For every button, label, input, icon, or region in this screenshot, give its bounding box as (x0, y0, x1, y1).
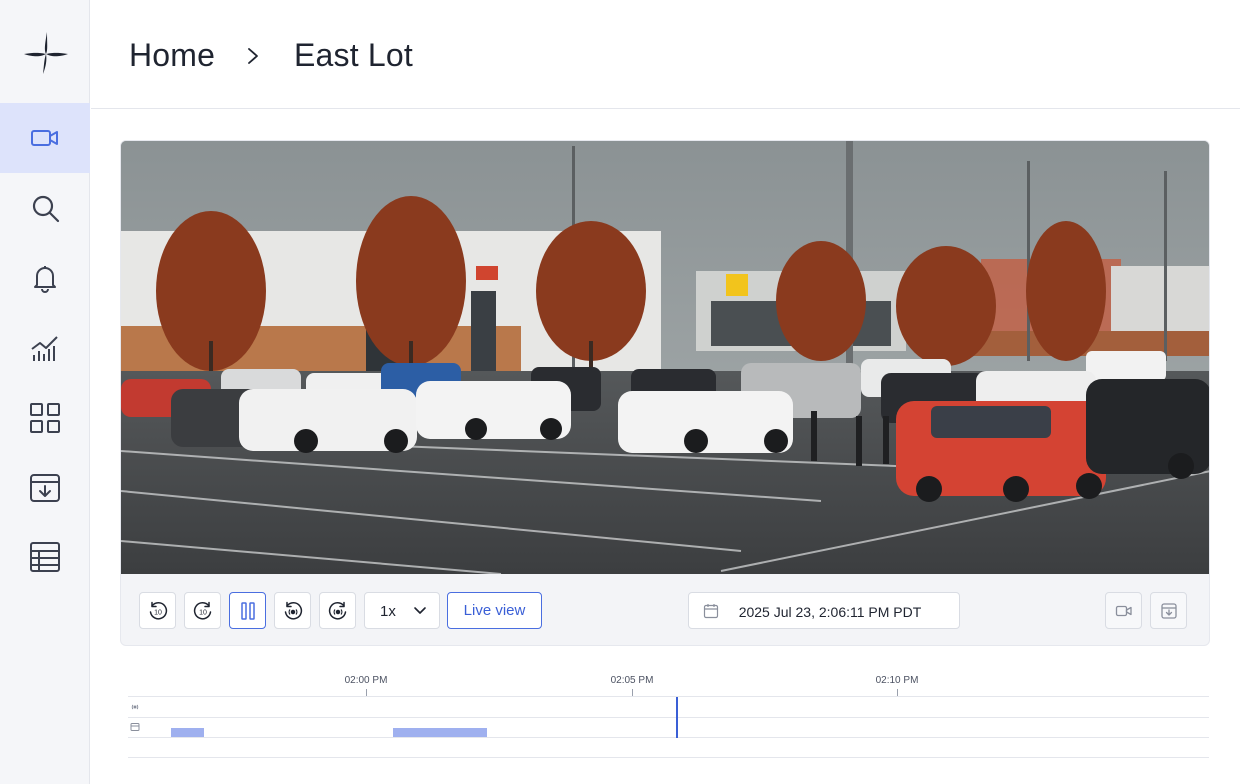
bell-icon (34, 266, 56, 293)
motion-events-icon (131, 704, 139, 710)
forward-10-icon: 10 (193, 601, 211, 620)
page-title: East Lot (294, 37, 414, 73)
sparkle-logo[interactable] (22, 28, 70, 76)
sidebar-item-search[interactable] (0, 173, 90, 243)
sidebar (0, 0, 90, 784)
jump-back-button[interactable] (274, 592, 311, 629)
timeline-divider (128, 737, 1209, 738)
video-camera-icon (1115, 605, 1132, 616)
timeline-tick (897, 689, 898, 696)
jump-forward-icon (328, 601, 346, 620)
svg-text:10: 10 (154, 609, 162, 616)
rewind-10-icon: 10 (149, 601, 167, 620)
video-camera-icon (31, 130, 58, 146)
camera-video-feed[interactable] (121, 141, 1209, 574)
playback-speed-value: 1x (380, 603, 396, 620)
sidebar-item-alerts[interactable] (0, 243, 90, 313)
archive-download-icon (30, 474, 60, 502)
timeline-tick-label: 02:05 PM (610, 675, 654, 686)
rewind-10-button[interactable]: 10 (139, 592, 176, 629)
sidebar-item-archive[interactable] (0, 453, 90, 523)
pause-icon (240, 601, 255, 620)
breadcrumb: Home East Lot (91, 0, 1240, 109)
grid-icon (30, 403, 60, 433)
svg-text:10: 10 (199, 609, 207, 616)
recording-segment[interactable] (171, 728, 204, 737)
sidebar-item-dashboards[interactable] (0, 383, 90, 453)
recordings-icon (130, 723, 140, 731)
jump-back-icon (284, 601, 302, 620)
player-controls: 10 10 1x Live view 2025 Jul 23, 2:06:11 … (121, 574, 1209, 645)
parking-lot-scene (121, 141, 1209, 574)
sidebar-item-cameras[interactable] (0, 103, 90, 173)
playback-speed-select[interactable]: 1x (364, 592, 440, 629)
sidebar-item-analytics[interactable] (0, 313, 90, 383)
export-button[interactable] (1150, 592, 1187, 629)
chevron-right-icon (248, 48, 258, 64)
timeline-divider (128, 696, 1209, 697)
timeline-divider (128, 717, 1209, 718)
timeline-tick-label: 02:00 PM (344, 675, 388, 686)
chevron-down-icon (414, 607, 426, 614)
analytics-chart-icon (31, 336, 58, 361)
breadcrumb-home-link[interactable]: Home (129, 37, 215, 74)
datetime-picker[interactable]: 2025 Jul 23, 2:06:11 PM PDT (688, 592, 960, 629)
timeline-tick (366, 689, 367, 696)
timeline-tick (632, 689, 633, 696)
record-clip-button[interactable] (1105, 592, 1142, 629)
recording-timeline[interactable]: 02:00 PM 02:05 PM 02:10 PM (128, 668, 1209, 760)
camera-player: 10 10 1x Live view 2025 Jul 23, 2:06:11 … (120, 140, 1210, 646)
search-icon (32, 195, 60, 223)
timeline-divider (128, 757, 1209, 758)
archive-download-icon (1160, 602, 1177, 619)
sidebar-item-table[interactable] (0, 522, 90, 592)
live-view-button[interactable]: Live view (447, 592, 542, 629)
pause-button[interactable] (229, 592, 266, 629)
timeline-tick-label: 02:10 PM (875, 675, 919, 686)
table-icon (30, 542, 60, 572)
recording-segment[interactable] (393, 728, 487, 737)
jump-forward-button[interactable] (319, 592, 356, 629)
forward-10-button[interactable]: 10 (184, 592, 221, 629)
timeline-playhead[interactable] (676, 697, 678, 738)
datetime-value: 2025 Jul 23, 2:06:11 PM PDT (738, 604, 922, 620)
